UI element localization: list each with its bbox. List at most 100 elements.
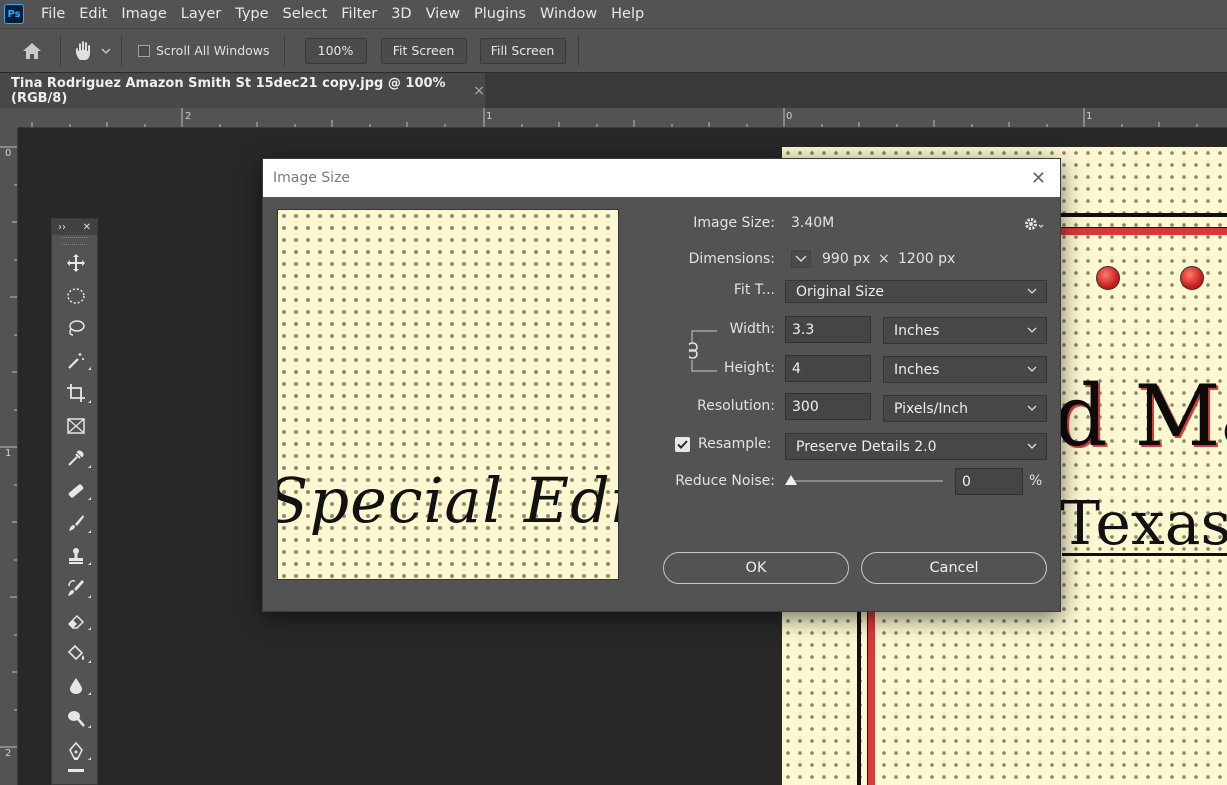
dialog-title-bar[interactable]: Image Size ✕ [263, 159, 1060, 197]
red-dot-ornament [1096, 266, 1120, 290]
menu-plugins[interactable]: Plugins [467, 0, 533, 28]
history-brush-tool-icon[interactable] [52, 572, 99, 605]
reduce-noise-input[interactable]: 0 [955, 468, 1023, 495]
brush-tool-icon[interactable] [52, 507, 99, 540]
separator [283, 35, 285, 66]
fit-to-select[interactable]: Original Size [785, 280, 1047, 303]
collapse-panel-icon[interactable]: ›› [58, 222, 66, 233]
zoom-100-button[interactable]: 100% [304, 37, 367, 64]
options-bar: Scroll All Windows 100% Fit Screen Fill … [0, 28, 1227, 72]
fill-screen-button[interactable]: Fill Screen [479, 37, 566, 64]
lasso-tool-icon[interactable] [52, 312, 99, 345]
menu-type[interactable]: Type [228, 0, 275, 28]
menu-select[interactable]: Select [276, 0, 335, 28]
settings-gear-icon[interactable] [1023, 216, 1045, 232]
reduce-noise-slider-track[interactable] [791, 480, 943, 482]
width-input[interactable]: 3.3 [785, 316, 871, 343]
tool-preset-chevron-icon[interactable] [99, 48, 113, 54]
reduce-noise-slider-thumb[interactable] [785, 475, 797, 485]
dimension-width-value: 990 px [822, 251, 871, 267]
document-tab-bar: Tina Rodriguez Amazon Smith St 15dec21 c… [0, 72, 1227, 109]
menu-filter[interactable]: Filter [334, 0, 384, 28]
horizontal-ruler[interactable]: 2 1 0 1 [18, 108, 1227, 128]
document-tab[interactable]: Tina Rodriguez Amazon Smith St 15dec21 c… [0, 73, 485, 109]
ruler-label: 1 [5, 448, 12, 459]
dimensions-units-chevron-icon[interactable] [791, 250, 811, 268]
resolution-unit-value: Pixels/Inch [894, 400, 968, 417]
ok-button[interactable]: OK [663, 552, 849, 584]
ruler-label: 2 [5, 748, 12, 759]
image-size-dialog: Image Size ✕ Special Edition Image Size:… [262, 158, 1061, 612]
tool-group-indicator [88, 594, 91, 598]
chevron-down-icon [1027, 327, 1037, 333]
type-tool-icon[interactable] [52, 767, 99, 781]
magic-wand-tool-icon[interactable] [52, 345, 99, 378]
menu-window[interactable]: Window [533, 0, 604, 28]
cancel-button[interactable]: Cancel [861, 552, 1047, 584]
close-panel-icon[interactable]: ✕ [83, 222, 91, 233]
ruler-ticks [31, 108, 1198, 127]
eyedropper-tool-icon[interactable] [52, 442, 99, 475]
close-dialog-icon[interactable]: ✕ [1031, 168, 1046, 189]
dimension-height-value: 1200 px [898, 251, 956, 267]
home-icon[interactable] [12, 41, 52, 61]
frame-tool-icon[interactable] [52, 410, 99, 443]
panel-grip[interactable] [62, 237, 87, 245]
dialog-title: Image Size [273, 170, 351, 186]
menu-edit[interactable]: Edit [72, 0, 114, 28]
dimension-times-sign: × [878, 251, 890, 267]
close-tab-icon[interactable]: × [473, 83, 485, 99]
reduce-noise-label: Reduce Noise: [675, 473, 775, 489]
width-label: Width: [729, 321, 775, 337]
hand-tool-icon[interactable] [69, 40, 99, 62]
resolution-input[interactable]: 300 [785, 393, 871, 420]
preview-image-text: Special Edition [277, 464, 618, 537]
menu-view[interactable]: View [419, 0, 467, 28]
menu-file[interactable]: File [34, 0, 72, 28]
height-unit-select[interactable]: Inches [883, 356, 1047, 383]
ruler-label: 1 [1086, 111, 1093, 122]
tool-group-indicator [88, 529, 91, 533]
tools-panel-header[interactable]: ›› ✕ [52, 219, 97, 235]
menu-help[interactable]: Help [604, 0, 651, 28]
marquee-tool-icon[interactable] [52, 280, 99, 313]
resolution-unit-select[interactable]: Pixels/Inch [883, 395, 1047, 422]
clone-stamp-tool-icon[interactable] [52, 540, 99, 573]
move-tool-icon[interactable] [52, 247, 99, 280]
tool-group-indicator [88, 367, 91, 370]
dodge-tool-icon[interactable] [52, 702, 99, 735]
ruler-label: 0 [5, 148, 12, 159]
image-preview[interactable]: Special Edition [277, 209, 619, 580]
menu-layer[interactable]: Layer [174, 0, 228, 28]
resample-method-select[interactable]: Preserve Details 2.0 [785, 433, 1047, 460]
image-size-label: Image Size: [693, 215, 775, 231]
constrain-proportions-link-icon[interactable] [689, 327, 717, 375]
chevron-down-icon [1027, 366, 1037, 372]
height-input[interactable]: 4 [785, 355, 871, 382]
document-tab-title: Tina Rodriguez Amazon Smith St 15dec21 c… [11, 76, 446, 106]
fit-to-label: Fit T... [733, 282, 775, 298]
menu-3d[interactable]: 3D [384, 0, 418, 28]
fit-screen-button[interactable]: Fit Screen [380, 37, 467, 64]
tool-group-indicator [88, 497, 91, 500]
tool-group-indicator [88, 757, 91, 760]
scroll-all-windows-checkbox[interactable]: Scroll All Windows [138, 43, 270, 58]
tools-panel: ›› ✕ [51, 218, 98, 785]
pen-tool-icon[interactable] [52, 735, 99, 768]
crop-tool-icon[interactable] [52, 377, 99, 410]
chevron-down-icon [1027, 405, 1037, 411]
tool-group-indicator [88, 562, 91, 565]
resample-checkbox[interactable] [675, 437, 690, 452]
healing-brush-tool-icon[interactable] [52, 475, 99, 508]
document-subheading-text: Texas I [1060, 489, 1227, 559]
menu-image[interactable]: Image [114, 0, 173, 28]
eraser-tool-icon[interactable] [52, 605, 99, 638]
resolution-input-value: 300 [792, 398, 819, 415]
checkbox-box[interactable] [138, 44, 150, 57]
width-unit-select[interactable]: Inches [883, 317, 1047, 344]
ruler-corner [0, 108, 18, 128]
paint-bucket-tool-icon[interactable] [52, 637, 99, 670]
width-unit-value: Inches [894, 322, 940, 339]
blur-tool-icon[interactable] [52, 670, 99, 703]
vertical-ruler[interactable]: 0 1 2 [0, 128, 18, 785]
